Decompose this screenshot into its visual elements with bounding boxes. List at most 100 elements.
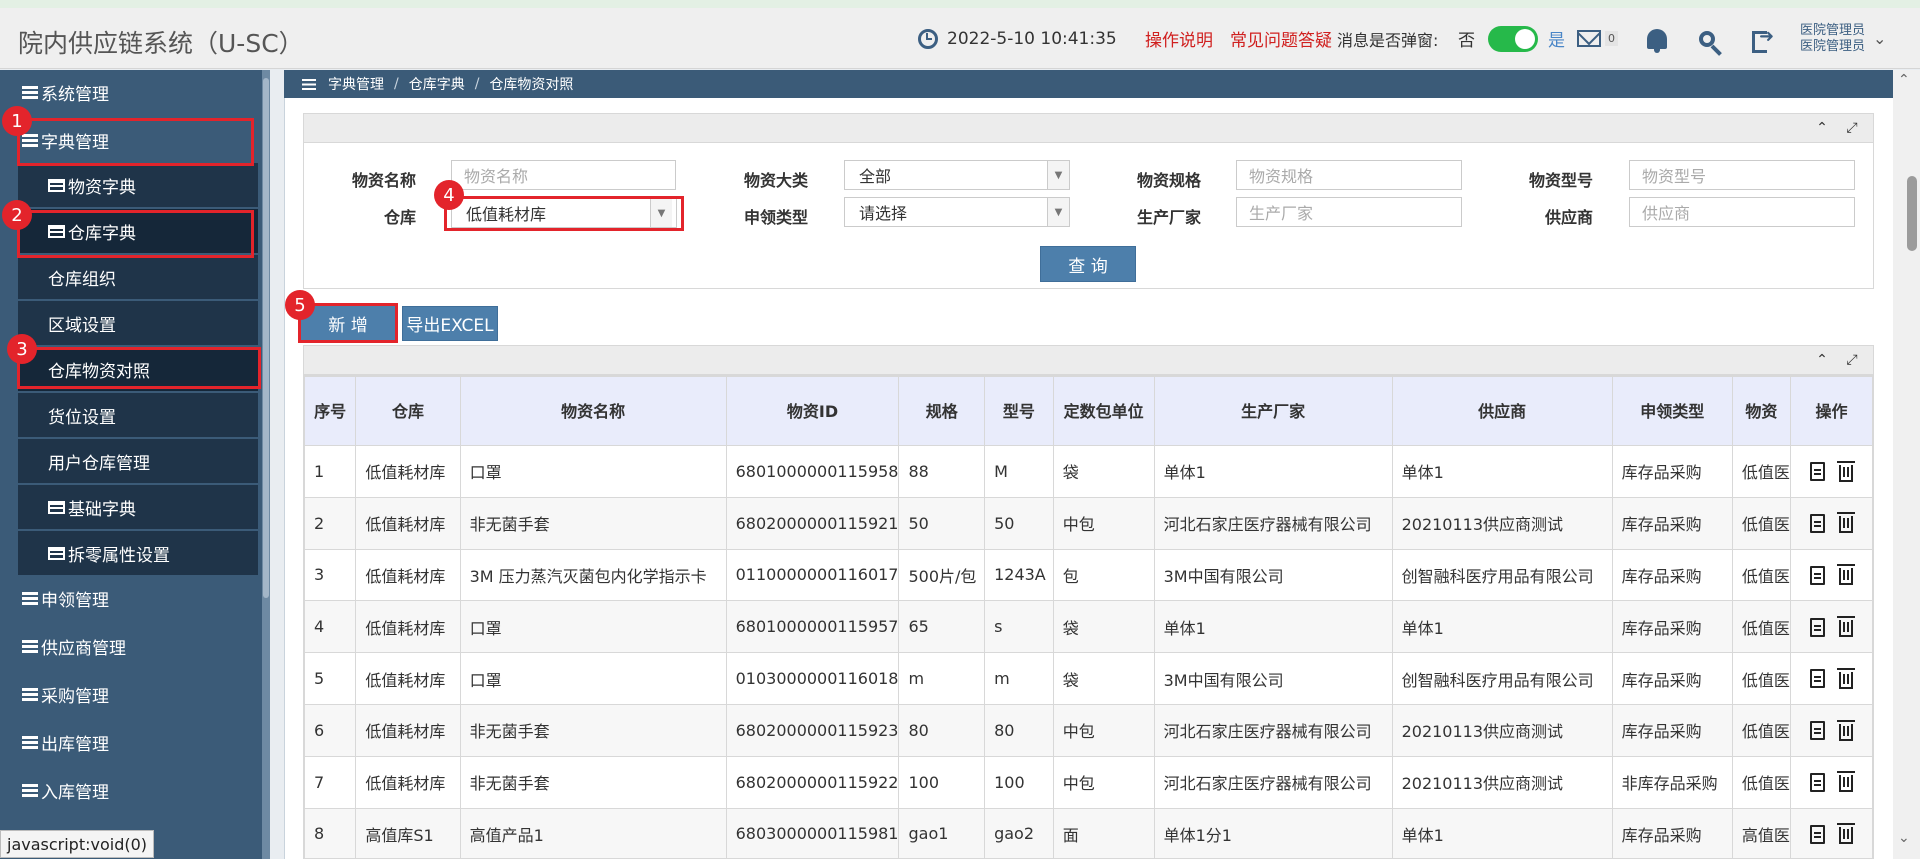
sidebar-item-system[interactable]: 系统管理	[0, 70, 262, 114]
dropdown-caret-icon[interactable]: ▼	[1047, 161, 1069, 189]
sidebar-item-label: 出库管理	[41, 734, 109, 755]
top-strip	[0, 0, 1920, 8]
cell-spec: gao1	[898, 807, 986, 858]
cell-package-unit: 面	[1052, 807, 1155, 858]
sidebar-item-label: 入库管理	[41, 782, 109, 803]
warehouse-select[interactable]: 低值耗材库 ▼	[451, 198, 677, 228]
cell-material-id: 6802000000115923	[725, 703, 900, 757]
label-supplier: 供应商	[1544, 208, 1593, 227]
edit-document-icon[interactable]	[1809, 721, 1825, 741]
data-table: 序号 仓库 物资名称 物资ID 规格 型号 定数包单位 生产厂家 供应商 申领类…	[304, 376, 1873, 858]
sidebar-item-label: 采购管理	[41, 686, 109, 707]
delete-trash-icon[interactable]	[1836, 719, 1855, 741]
table-row: 6 低值耗材库 非无菌手套 6802000000115923 80 80 中包 河北石家庄医疗…	[304, 703, 1873, 757]
sidebar-item-apply[interactable]: 申领管理	[0, 576, 262, 620]
popup-toggle[interactable]	[1488, 25, 1538, 52]
cell-material-truncated: 低值医	[1731, 600, 1791, 654]
breadcrumb-item[interactable]: 仓库字典	[409, 74, 465, 94]
cell-apply-type: 库存品采购	[1611, 600, 1733, 654]
delete-trash-icon[interactable]	[1836, 564, 1855, 586]
delete-trash-icon[interactable]	[1836, 667, 1855, 689]
delete-trash-icon[interactable]	[1836, 771, 1855, 793]
cell-spec: 100	[898, 755, 986, 809]
sidebar-item-inbound[interactable]: 入库管理	[0, 768, 262, 812]
page-scroll-thumb[interactable]	[1907, 176, 1917, 251]
edit-document-icon[interactable]	[1809, 513, 1825, 533]
apply-type-select[interactable]: 请选择 ▼	[844, 197, 1070, 227]
delete-trash-icon[interactable]	[1836, 823, 1855, 845]
add-button[interactable]: 新 增	[300, 305, 396, 341]
dropdown-caret-icon[interactable]: ▼	[1047, 198, 1069, 226]
sidebar-item-label: 系统管理	[41, 84, 109, 105]
sidebar-item-purchase[interactable]: 采购管理	[0, 672, 262, 716]
spec-input[interactable]: 物资规格	[1236, 160, 1462, 190]
th-model: 型号	[984, 376, 1054, 446]
dropdown-caret-icon[interactable]: ▼	[650, 199, 672, 227]
material-name-input[interactable]: 物资名称	[451, 160, 676, 190]
sidebar-item-basic-dict[interactable]: 基础字典	[18, 485, 258, 529]
th-index: 序号	[304, 376, 357, 446]
delete-trash-icon[interactable]	[1836, 512, 1855, 534]
step-marker-2: 2	[2, 200, 32, 230]
sidebar-item-dictionary[interactable]: 字典管理	[0, 118, 262, 162]
menu-icon[interactable]	[302, 78, 316, 90]
supplier-input[interactable]: 供应商	[1629, 197, 1855, 227]
edit-document-icon[interactable]	[1809, 462, 1825, 482]
sidebar-item-supplier[interactable]: 供应商管理	[0, 624, 262, 668]
table-header-row: 序号 仓库 物资名称 物资ID 规格 型号 定数包单位 生产厂家 供应商 申领类…	[304, 376, 1873, 446]
help-link[interactable]: 操作说明	[1145, 8, 1213, 69]
sidebar-item-area-settings[interactable]: 区域设置	[18, 301, 258, 345]
logout-icon[interactable]	[1752, 26, 1774, 53]
expand-icon[interactable]: ⤢	[1843, 351, 1861, 369]
sidebar-item-label: 拆零属性设置	[68, 545, 170, 566]
sidebar-item-user-warehouse[interactable]: 用户仓库管理	[18, 439, 258, 483]
cell-model: M	[984, 445, 1054, 498]
collapse-icon[interactable]: ⌃	[1813, 351, 1831, 369]
mail-icon[interactable]	[1577, 30, 1601, 47]
expand-icon[interactable]: ⤢	[1843, 119, 1861, 137]
cell-supplier: 20210113供应商测试	[1391, 755, 1613, 809]
cell-warehouse: 低值耗材库	[355, 652, 461, 705]
sidebar: 系统管理 字典管理 物资字典 仓库字典 仓库组织 区域设置 仓库物资对照 货位设…	[0, 70, 270, 859]
edit-document-icon[interactable]	[1809, 617, 1825, 637]
chevron-down-icon[interactable]: ⌄	[1873, 29, 1886, 48]
breadcrumb-item[interactable]: 字典管理	[328, 74, 384, 94]
cell-operations	[1789, 652, 1873, 705]
query-button[interactable]: 查 询	[1040, 246, 1136, 282]
cell-maker: 河北石家庄医疗器械有限公司	[1153, 755, 1393, 809]
sidebar-item-warehouse-dict[interactable]: 仓库字典	[18, 209, 258, 253]
delete-trash-icon[interactable]	[1836, 460, 1855, 482]
user-menu[interactable]: 医院管理员 医院管理员 ⌄	[1800, 8, 1886, 69]
datetime: 2022-5-10 10:41:35	[947, 28, 1117, 49]
mail-group[interactable]: 0	[1577, 8, 1618, 69]
cell-material-id: 0103000000116018	[725, 652, 900, 705]
category-select[interactable]: 全部 ▼	[844, 160, 1070, 190]
sidebar-scroll-thumb[interactable]	[263, 78, 269, 598]
sidebar-item-warehouse-org[interactable]: 仓库组织	[18, 255, 258, 299]
edit-document-icon[interactable]	[1809, 669, 1825, 689]
edit-document-icon[interactable]	[1809, 565, 1825, 585]
sidebar-item-label: 字典管理	[41, 132, 109, 153]
key-icon[interactable]	[1699, 30, 1715, 47]
sidebar-item-split-attr[interactable]: 拆零属性设置	[18, 531, 258, 575]
scroll-down-icon[interactable]: ⌄	[1898, 830, 1910, 846]
sidebar-item-warehouse-material-map[interactable]: 仓库物资对照	[18, 347, 258, 391]
sidebar-item-outbound[interactable]: 出库管理	[0, 720, 262, 764]
popup-label: 消息是否弹窗:	[1337, 30, 1439, 50]
scroll-up-icon[interactable]: ⌃	[1898, 72, 1910, 88]
cell-material-name: 口罩	[459, 445, 727, 498]
sidebar-item-label: 仓库组织	[48, 269, 116, 290]
cell-supplier: 单体1	[1391, 445, 1613, 498]
delete-trash-icon[interactable]	[1836, 616, 1855, 638]
collapse-icon[interactable]: ⌃	[1813, 119, 1831, 137]
edit-document-icon[interactable]	[1809, 824, 1825, 844]
search-panel-header: ⌃ ⤢	[303, 113, 1874, 143]
bell-icon[interactable]	[1647, 28, 1667, 53]
faq-link[interactable]: 常见问题答疑	[1230, 8, 1332, 69]
sidebar-item-location-settings[interactable]: 货位设置	[18, 393, 258, 437]
edit-document-icon[interactable]	[1809, 772, 1825, 792]
model-input[interactable]: 物资型号	[1629, 160, 1855, 190]
maker-input[interactable]: 生产厂家	[1236, 197, 1462, 227]
sidebar-item-material-dict[interactable]: 物资字典	[18, 163, 258, 207]
export-excel-button[interactable]: 导出EXCEL	[402, 306, 498, 341]
